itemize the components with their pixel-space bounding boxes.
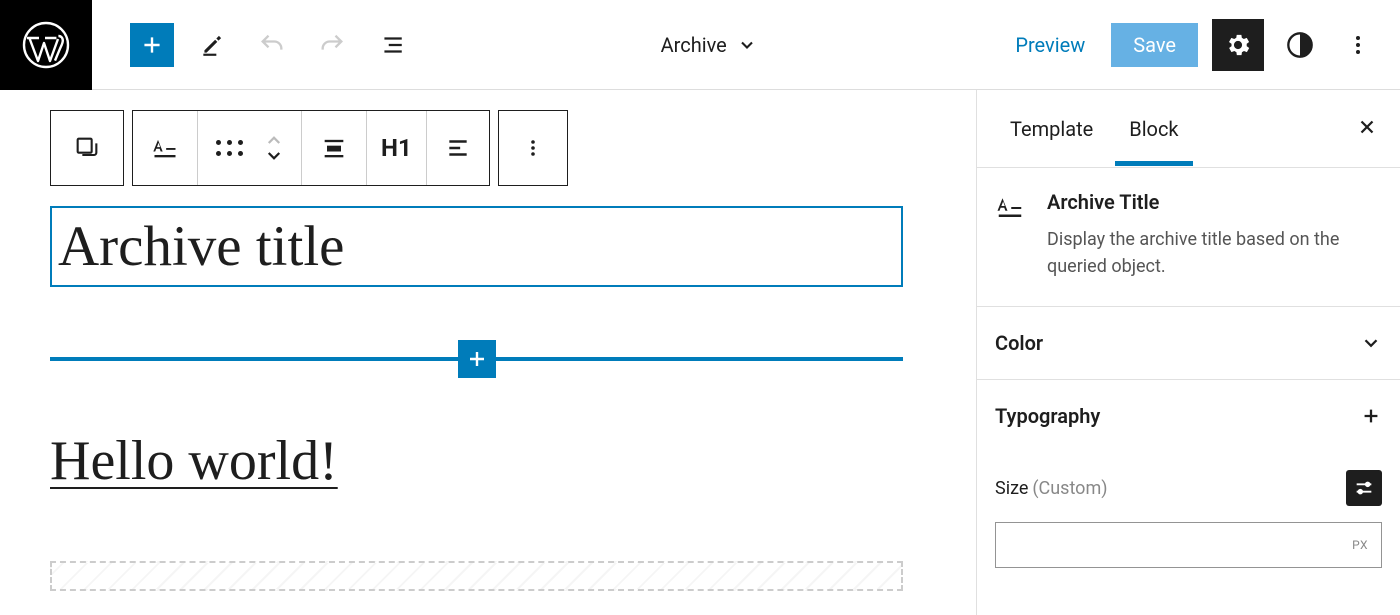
size-input-wrap: PX: [977, 514, 1400, 576]
drag-move-group: [198, 111, 302, 185]
color-panel-label: Color: [995, 331, 1043, 355]
wordpress-icon: [22, 21, 70, 69]
pencil-icon: [199, 32, 225, 58]
text-align-button[interactable]: [427, 111, 489, 185]
top-left-tools: [92, 23, 414, 67]
block-type-button[interactable]: [133, 111, 198, 185]
editor-topbar: Archive Preview Save: [0, 0, 1400, 90]
block-info-panel: Archive Title Display the archive title …: [977, 168, 1400, 307]
text-align-left-icon: [445, 135, 471, 161]
settings-sidebar: Template Block Archive Title Display the…: [976, 90, 1400, 615]
typography-panel-label: Typography: [995, 404, 1100, 428]
size-unit-label[interactable]: PX: [1352, 538, 1368, 552]
drag-handle[interactable]: [216, 140, 243, 156]
styles-button[interactable]: [1278, 23, 1322, 67]
typography-panel-toggle[interactable]: Typography: [977, 380, 1400, 452]
block-name: Archive Title: [1047, 190, 1382, 214]
sidebar-tabs: Template Block: [977, 90, 1400, 168]
template-name-label: Archive: [661, 33, 727, 57]
align-icon: [320, 134, 348, 162]
post-title-block[interactable]: Hello world!: [50, 429, 926, 493]
color-panel-toggle[interactable]: Color: [977, 307, 1400, 380]
top-right-actions: Preview Save: [1003, 19, 1400, 71]
tab-template[interactable]: Template: [992, 93, 1111, 165]
placeholder-block[interactable]: [50, 561, 903, 591]
archive-title-block[interactable]: Archive title: [50, 206, 903, 287]
sliders-icon: [1353, 477, 1375, 499]
edit-tool-button[interactable]: [190, 23, 234, 67]
block-more-button[interactable]: [499, 111, 567, 185]
redo-button[interactable]: [310, 23, 354, 67]
size-input[interactable]: [995, 522, 1382, 568]
heading-level-button[interactable]: H1: [367, 111, 427, 185]
size-presets-button[interactable]: [1346, 470, 1382, 506]
template-selector[interactable]: Archive: [414, 33, 1003, 57]
chevron-down-icon: [265, 150, 283, 162]
move-arrows[interactable]: [265, 134, 283, 162]
undo-button[interactable]: [250, 23, 294, 67]
block-description: Display the archive title based on the q…: [1047, 226, 1382, 280]
tab-block[interactable]: Block: [1111, 93, 1196, 165]
archive-title-icon: [151, 134, 179, 162]
align-button[interactable]: [302, 111, 367, 185]
add-block-button[interactable]: [130, 23, 174, 67]
list-view-icon: [379, 32, 405, 58]
list-view-button[interactable]: [370, 23, 414, 67]
size-label: Size: [995, 478, 1028, 499]
undo-icon: [258, 31, 286, 59]
more-vertical-icon: [521, 136, 545, 160]
block-toolbar: H1: [50, 110, 926, 186]
settings-button[interactable]: [1212, 19, 1264, 71]
redo-icon: [318, 31, 346, 59]
block-inserter-line: [50, 357, 903, 361]
editor-canvas[interactable]: H1 Archive title Hello wor: [0, 90, 976, 615]
styles-icon: [1286, 31, 1314, 59]
close-icon: [1356, 116, 1378, 138]
select-parent-button[interactable]: [51, 111, 123, 185]
inline-insert-button[interactable]: [458, 340, 496, 378]
save-button[interactable]: Save: [1111, 23, 1198, 67]
chevron-up-icon: [265, 134, 283, 146]
chevron-down-icon: [1360, 332, 1382, 354]
block-type-icon: [995, 190, 1025, 280]
wp-logo-button[interactable]: [0, 0, 92, 90]
close-sidebar-button[interactable]: [1356, 116, 1378, 142]
size-custom-label: (Custom): [1032, 478, 1107, 499]
archive-title-text: Archive title: [58, 214, 895, 279]
archive-title-icon: [995, 192, 1025, 222]
chevron-down-icon: [737, 35, 757, 55]
preview-button[interactable]: Preview: [1003, 23, 1097, 67]
more-options-button[interactable]: [1336, 23, 1380, 67]
gear-icon: [1224, 31, 1252, 59]
editor-body: H1 Archive title Hello wor: [0, 90, 1400, 615]
plus-icon: [1360, 405, 1382, 427]
plus-icon: [139, 32, 165, 58]
plus-icon: [465, 347, 489, 371]
size-control-header: Size (Custom): [977, 452, 1400, 514]
group-icon: [73, 134, 101, 162]
more-vertical-icon: [1346, 33, 1370, 57]
